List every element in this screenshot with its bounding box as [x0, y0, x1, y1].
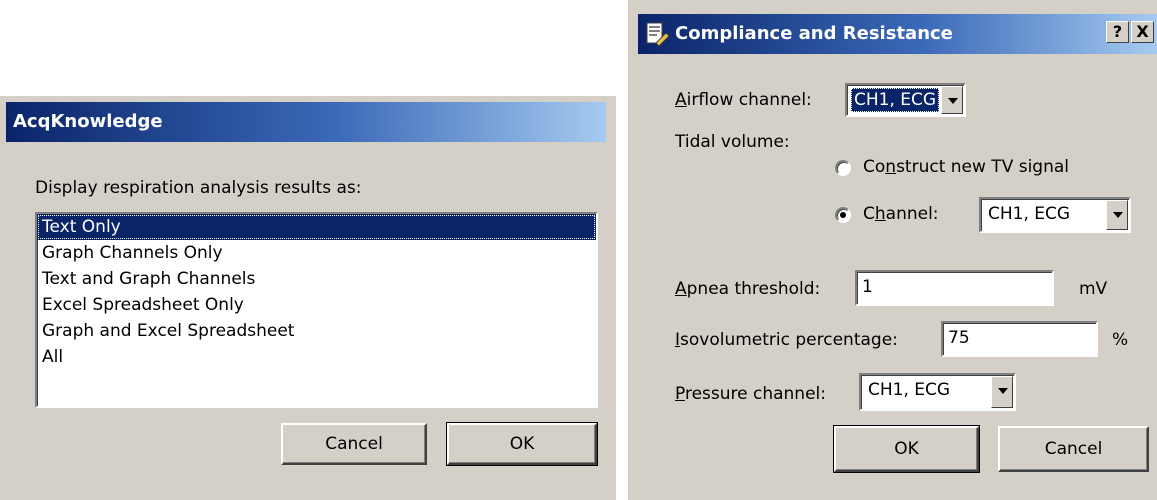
cancel-button[interactable]: Cancel	[998, 426, 1149, 472]
dialog-title: Compliance and Resistance	[675, 23, 953, 44]
ok-button[interactable]: OK	[833, 425, 980, 473]
document-edit-icon	[644, 21, 670, 52]
tidal-volume-label: Tidal volume:	[675, 132, 790, 152]
construct-new-tv-label: Construct new TV signal	[863, 157, 1070, 177]
tidal-channel-value: CH1, ECG	[988, 204, 1071, 224]
dialog-title: AcqKnowledge	[13, 111, 163, 132]
tidal-channel-label: Channel:	[863, 204, 939, 224]
construct-new-tv-radio[interactable]	[835, 160, 851, 176]
help-button[interactable]: ?	[1106, 21, 1129, 43]
chevron-down-icon[interactable]	[991, 376, 1013, 408]
results-listbox[interactable]: Text Only Graph Channels Only Text and G…	[35, 212, 598, 408]
apnea-threshold-input[interactable]: 1	[855, 270, 1054, 306]
list-item-text-only[interactable]: Text Only	[37, 214, 596, 240]
isovolumetric-percentage-label: Isovolumetric percentage:	[675, 330, 898, 350]
pressure-channel-value: CH1, ECG	[868, 380, 951, 400]
results-prompt: Display respiration analysis results as:	[35, 178, 362, 198]
acqknowledge-dialog: AcqKnowledge Display respiration analysi…	[0, 96, 616, 500]
list-item-graph-and-excel-spreadsheet[interactable]: Graph and Excel Spreadsheet	[37, 318, 596, 344]
ok-button[interactable]: OK	[446, 422, 598, 466]
isovolumetric-unit: %	[1112, 330, 1129, 350]
compliance-resistance-dialog: Compliance and Resistance ? X Airflow ch…	[628, 0, 1157, 500]
list-item-excel-spreadsheet-only[interactable]: Excel Spreadsheet Only	[37, 292, 596, 318]
chevron-down-icon[interactable]	[941, 86, 963, 114]
tidal-channel-select[interactable]: CH1, ECG	[979, 197, 1131, 233]
list-item-graph-channels-only[interactable]: Graph Channels Only	[37, 240, 596, 266]
list-item-all[interactable]: All	[37, 344, 596, 370]
pressure-channel-select[interactable]: CH1, ECG	[859, 373, 1016, 411]
airflow-channel-select[interactable]: CH1, ECG	[845, 83, 966, 117]
airflow-channel-label: Airflow channel:	[675, 90, 812, 110]
acqknowledge-titlebar[interactable]: AcqKnowledge	[6, 102, 606, 142]
pressure-channel-label: Pressure channel:	[675, 384, 826, 404]
apnea-unit: mV	[1079, 279, 1108, 299]
apnea-threshold-label: Apnea threshold:	[675, 279, 821, 299]
close-button[interactable]: X	[1131, 21, 1154, 43]
chevron-down-icon[interactable]	[1106, 200, 1128, 230]
list-item-text-and-graph-channels[interactable]: Text and Graph Channels	[37, 266, 596, 292]
airflow-channel-value: CH1, ECG	[851, 88, 940, 112]
compliance-titlebar[interactable]: Compliance and Resistance ? X	[638, 14, 1157, 54]
tidal-channel-radio[interactable]	[835, 207, 851, 223]
cancel-button[interactable]: Cancel	[281, 423, 427, 465]
isovolumetric-percentage-input[interactable]: 75	[941, 321, 1098, 357]
